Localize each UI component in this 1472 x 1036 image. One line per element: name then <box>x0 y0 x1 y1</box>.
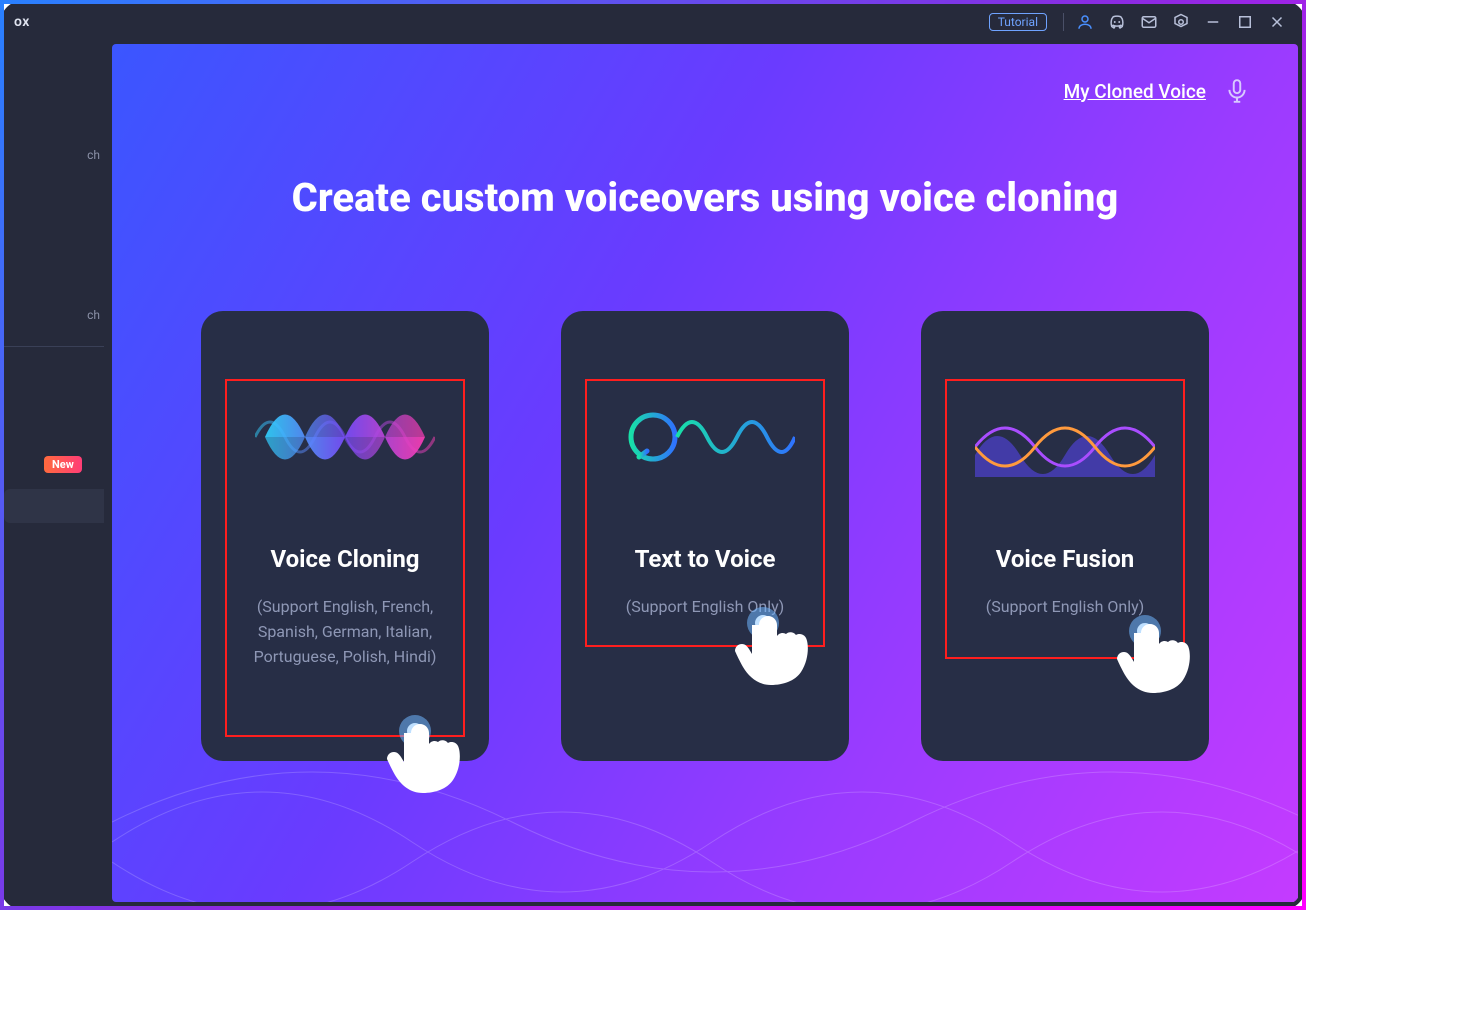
minimize-icon[interactable] <box>1202 11 1224 33</box>
titlebar-controls: Tutorial <box>989 11 1288 33</box>
new-badge: New <box>44 456 82 473</box>
mail-icon[interactable] <box>1138 11 1160 33</box>
divider <box>1063 13 1064 31</box>
page-heading: Create custom voiceovers using voice clo… <box>112 174 1298 221</box>
highlight-box <box>945 379 1185 659</box>
sidebar-item-1[interactable]: ch <box>4 300 104 330</box>
sidebar-item-active[interactable] <box>4 489 104 523</box>
background-wave-decor <box>112 722 1298 902</box>
sidebar-divider <box>4 346 104 347</box>
card-row: Voice Cloning (Support English, French, … <box>112 311 1298 761</box>
card-text-to-voice[interactable]: Text to Voice (Support English Only) <box>561 311 849 761</box>
tutorial-button[interactable]: Tutorial <box>989 13 1047 31</box>
my-cloned-voice-link[interactable]: My Cloned Voice <box>1064 80 1206 103</box>
main-panel: My Cloned Voice Create custom voiceovers… <box>112 44 1298 902</box>
sidebar-new-row[interactable]: New <box>4 453 112 473</box>
close-icon[interactable] <box>1266 11 1288 33</box>
main-top-bar: My Cloned Voice <box>112 44 1298 104</box>
settings-icon[interactable] <box>1170 11 1192 33</box>
card-voice-cloning[interactable]: Voice Cloning (Support English, French, … <box>201 311 489 761</box>
app-window: ox Tutorial <box>0 0 1306 910</box>
sidebar-item-0[interactable]: ch <box>4 140 104 170</box>
card-voice-fusion[interactable]: Voice Fusion (Support English Only) <box>921 311 1209 761</box>
highlight-box <box>225 379 465 737</box>
user-icon[interactable] <box>1074 11 1096 33</box>
sidebar: ch ch New <box>4 40 112 906</box>
microphone-icon[interactable] <box>1224 78 1250 104</box>
titlebar: ox Tutorial <box>4 4 1302 40</box>
highlight-box <box>585 379 825 647</box>
maximize-icon[interactable] <box>1234 11 1256 33</box>
app-title-fragment: ox <box>14 14 30 30</box>
discord-icon[interactable] <box>1106 11 1128 33</box>
